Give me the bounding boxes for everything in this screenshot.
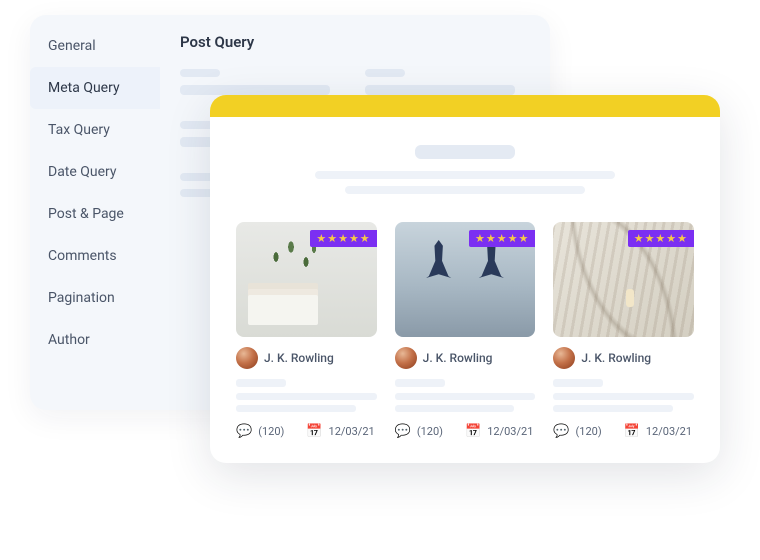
sidebar-item-comments[interactable]: Comments <box>30 235 160 277</box>
skeleton-field <box>365 85 515 95</box>
skeleton-line <box>345 186 585 194</box>
card-grid: ★★★★★ J. K. Rowling 💬 (120) 📅 12/03/21 <box>236 222 694 439</box>
settings-title: Post Query <box>180 33 530 51</box>
comments-count: (120) <box>576 425 602 438</box>
post-card[interactable]: ★★★★★ J. K. Rowling 💬 (120) 📅 12/03/21 <box>395 222 536 439</box>
skeleton-title <box>553 379 603 387</box>
skeleton-label <box>180 69 220 77</box>
rating-badge: ★★★★★ <box>469 230 535 247</box>
post-author: J. K. Rowling <box>395 347 536 369</box>
sidebar-item-date-query[interactable]: Date Query <box>30 151 160 193</box>
sidebar-item-author[interactable]: Author <box>30 319 160 361</box>
skeleton-line <box>395 393 536 400</box>
skeleton-field <box>180 85 330 95</box>
comments-icon: 💬 <box>553 424 569 439</box>
comments-icon: 💬 <box>395 424 411 439</box>
author-avatar <box>553 347 575 369</box>
skeleton-heading <box>415 145 515 159</box>
sidebar: General Meta Query Tax Query Date Query … <box>30 15 160 410</box>
skeleton-line <box>236 393 377 400</box>
skeleton-title <box>395 379 445 387</box>
post-meta: 💬 (120) 📅 12/03/21 <box>395 424 536 439</box>
comments-count: (120) <box>417 425 443 438</box>
rating-badge: ★★★★★ <box>628 230 694 247</box>
sidebar-item-general[interactable]: General <box>30 25 160 67</box>
sidebar-item-post-page[interactable]: Post & Page <box>30 193 160 235</box>
author-name: J. K. Rowling <box>264 351 334 365</box>
post-date: 12/03/21 <box>646 425 692 438</box>
skeleton-title <box>236 379 286 387</box>
rating-badge: ★★★★★ <box>310 230 376 247</box>
sidebar-item-meta-query[interactable]: Meta Query <box>30 67 160 109</box>
calendar-icon: 📅 <box>624 424 640 439</box>
skeleton-line <box>236 405 356 412</box>
post-thumbnail: ★★★★★ <box>395 222 536 337</box>
author-avatar <box>395 347 417 369</box>
post-author: J. K. Rowling <box>236 347 377 369</box>
skeleton-line <box>395 405 515 412</box>
post-date: 12/03/21 <box>329 425 375 438</box>
post-card[interactable]: ★★★★★ J. K. Rowling 💬 (120) 📅 12/03/21 <box>553 222 694 439</box>
comments-count: (120) <box>258 425 284 438</box>
preview-hero <box>236 145 694 194</box>
post-author: J. K. Rowling <box>553 347 694 369</box>
author-avatar <box>236 347 258 369</box>
comments-icon: 💬 <box>236 424 252 439</box>
calendar-icon: 📅 <box>306 424 322 439</box>
skeleton-line <box>315 171 615 179</box>
post-meta: 💬 (120) 📅 12/03/21 <box>236 424 377 439</box>
author-name: J. K. Rowling <box>423 351 493 365</box>
sidebar-item-tax-query[interactable]: Tax Query <box>30 109 160 151</box>
calendar-icon: 📅 <box>465 424 481 439</box>
post-thumbnail: ★★★★★ <box>553 222 694 337</box>
sidebar-item-pagination[interactable]: Pagination <box>30 277 160 319</box>
skeleton-line <box>553 393 694 400</box>
preview-titlebar <box>210 95 720 117</box>
preview-panel: ★★★★★ J. K. Rowling 💬 (120) 📅 12/03/21 <box>210 95 720 463</box>
skeleton-line <box>553 405 673 412</box>
post-meta: 💬 (120) 📅 12/03/21 <box>553 424 694 439</box>
post-card[interactable]: ★★★★★ J. K. Rowling 💬 (120) 📅 12/03/21 <box>236 222 377 439</box>
author-name: J. K. Rowling <box>581 351 651 365</box>
post-date: 12/03/21 <box>487 425 533 438</box>
skeleton-label <box>365 69 405 77</box>
post-thumbnail: ★★★★★ <box>236 222 377 337</box>
